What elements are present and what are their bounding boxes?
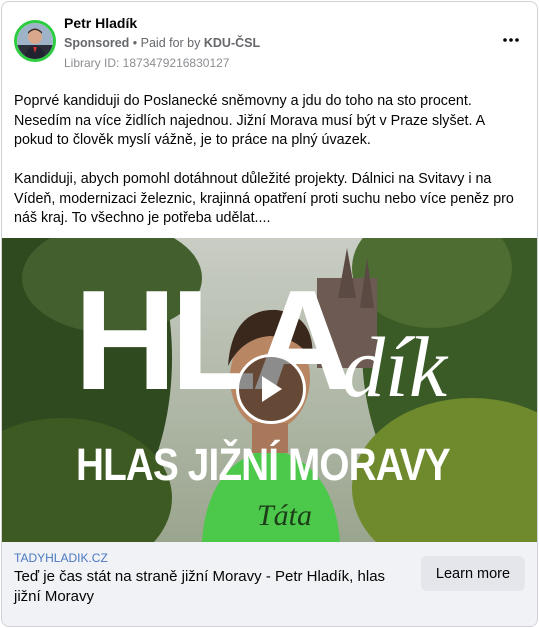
shirt-text: Táta	[257, 499, 312, 532]
video-title-script: dík	[342, 319, 448, 415]
link-headline[interactable]: Teď je čas stát na straně jižní Moravy -…	[14, 567, 414, 607]
sponsored-meta: Sponsored • Paid for by KDU-ČSL	[64, 36, 260, 50]
paid-for-prefix: Paid for by	[140, 36, 204, 50]
more-options-button[interactable]	[499, 28, 523, 52]
post-paragraph: Kandiduji, abych pomohl dotáhnout důleži…	[14, 171, 514, 226]
sponsored-post-card: Petr Hladík Sponsored • Paid for by KDU-…	[1, 1, 538, 627]
play-icon	[262, 376, 282, 402]
video-slogan: HLAS JIŽNÍ MORAVY	[76, 439, 451, 490]
post-paragraph: Poprvé kandiduji do Poslanecké sněmovny …	[14, 93, 485, 148]
more-horizontal-icon	[503, 38, 519, 42]
avatar[interactable]	[14, 20, 56, 62]
meta-separator: •	[129, 36, 141, 50]
video-title-big: HLA	[74, 261, 354, 420]
library-id: Library ID: 1873479216830127	[64, 56, 230, 70]
link-preview[interactable]: TADYHLADIK.CZ Teď je čas stát na straně …	[2, 542, 537, 626]
play-button[interactable]	[236, 354, 306, 424]
author-name[interactable]: Petr Hladík	[64, 15, 137, 31]
avatar-image	[17, 23, 53, 59]
post-header: Petr Hladík Sponsored • Paid for by KDU-…	[2, 2, 537, 82]
sponsored-label: Sponsored	[64, 36, 130, 50]
payer-name[interactable]: KDU-ČSL	[204, 36, 260, 50]
post-body: Poprvé kandiduji do Poslanecké sněmovny …	[14, 92, 526, 248]
link-domain: TADYHLADIK.CZ	[14, 551, 108, 565]
learn-more-button[interactable]: Learn more	[421, 556, 525, 591]
